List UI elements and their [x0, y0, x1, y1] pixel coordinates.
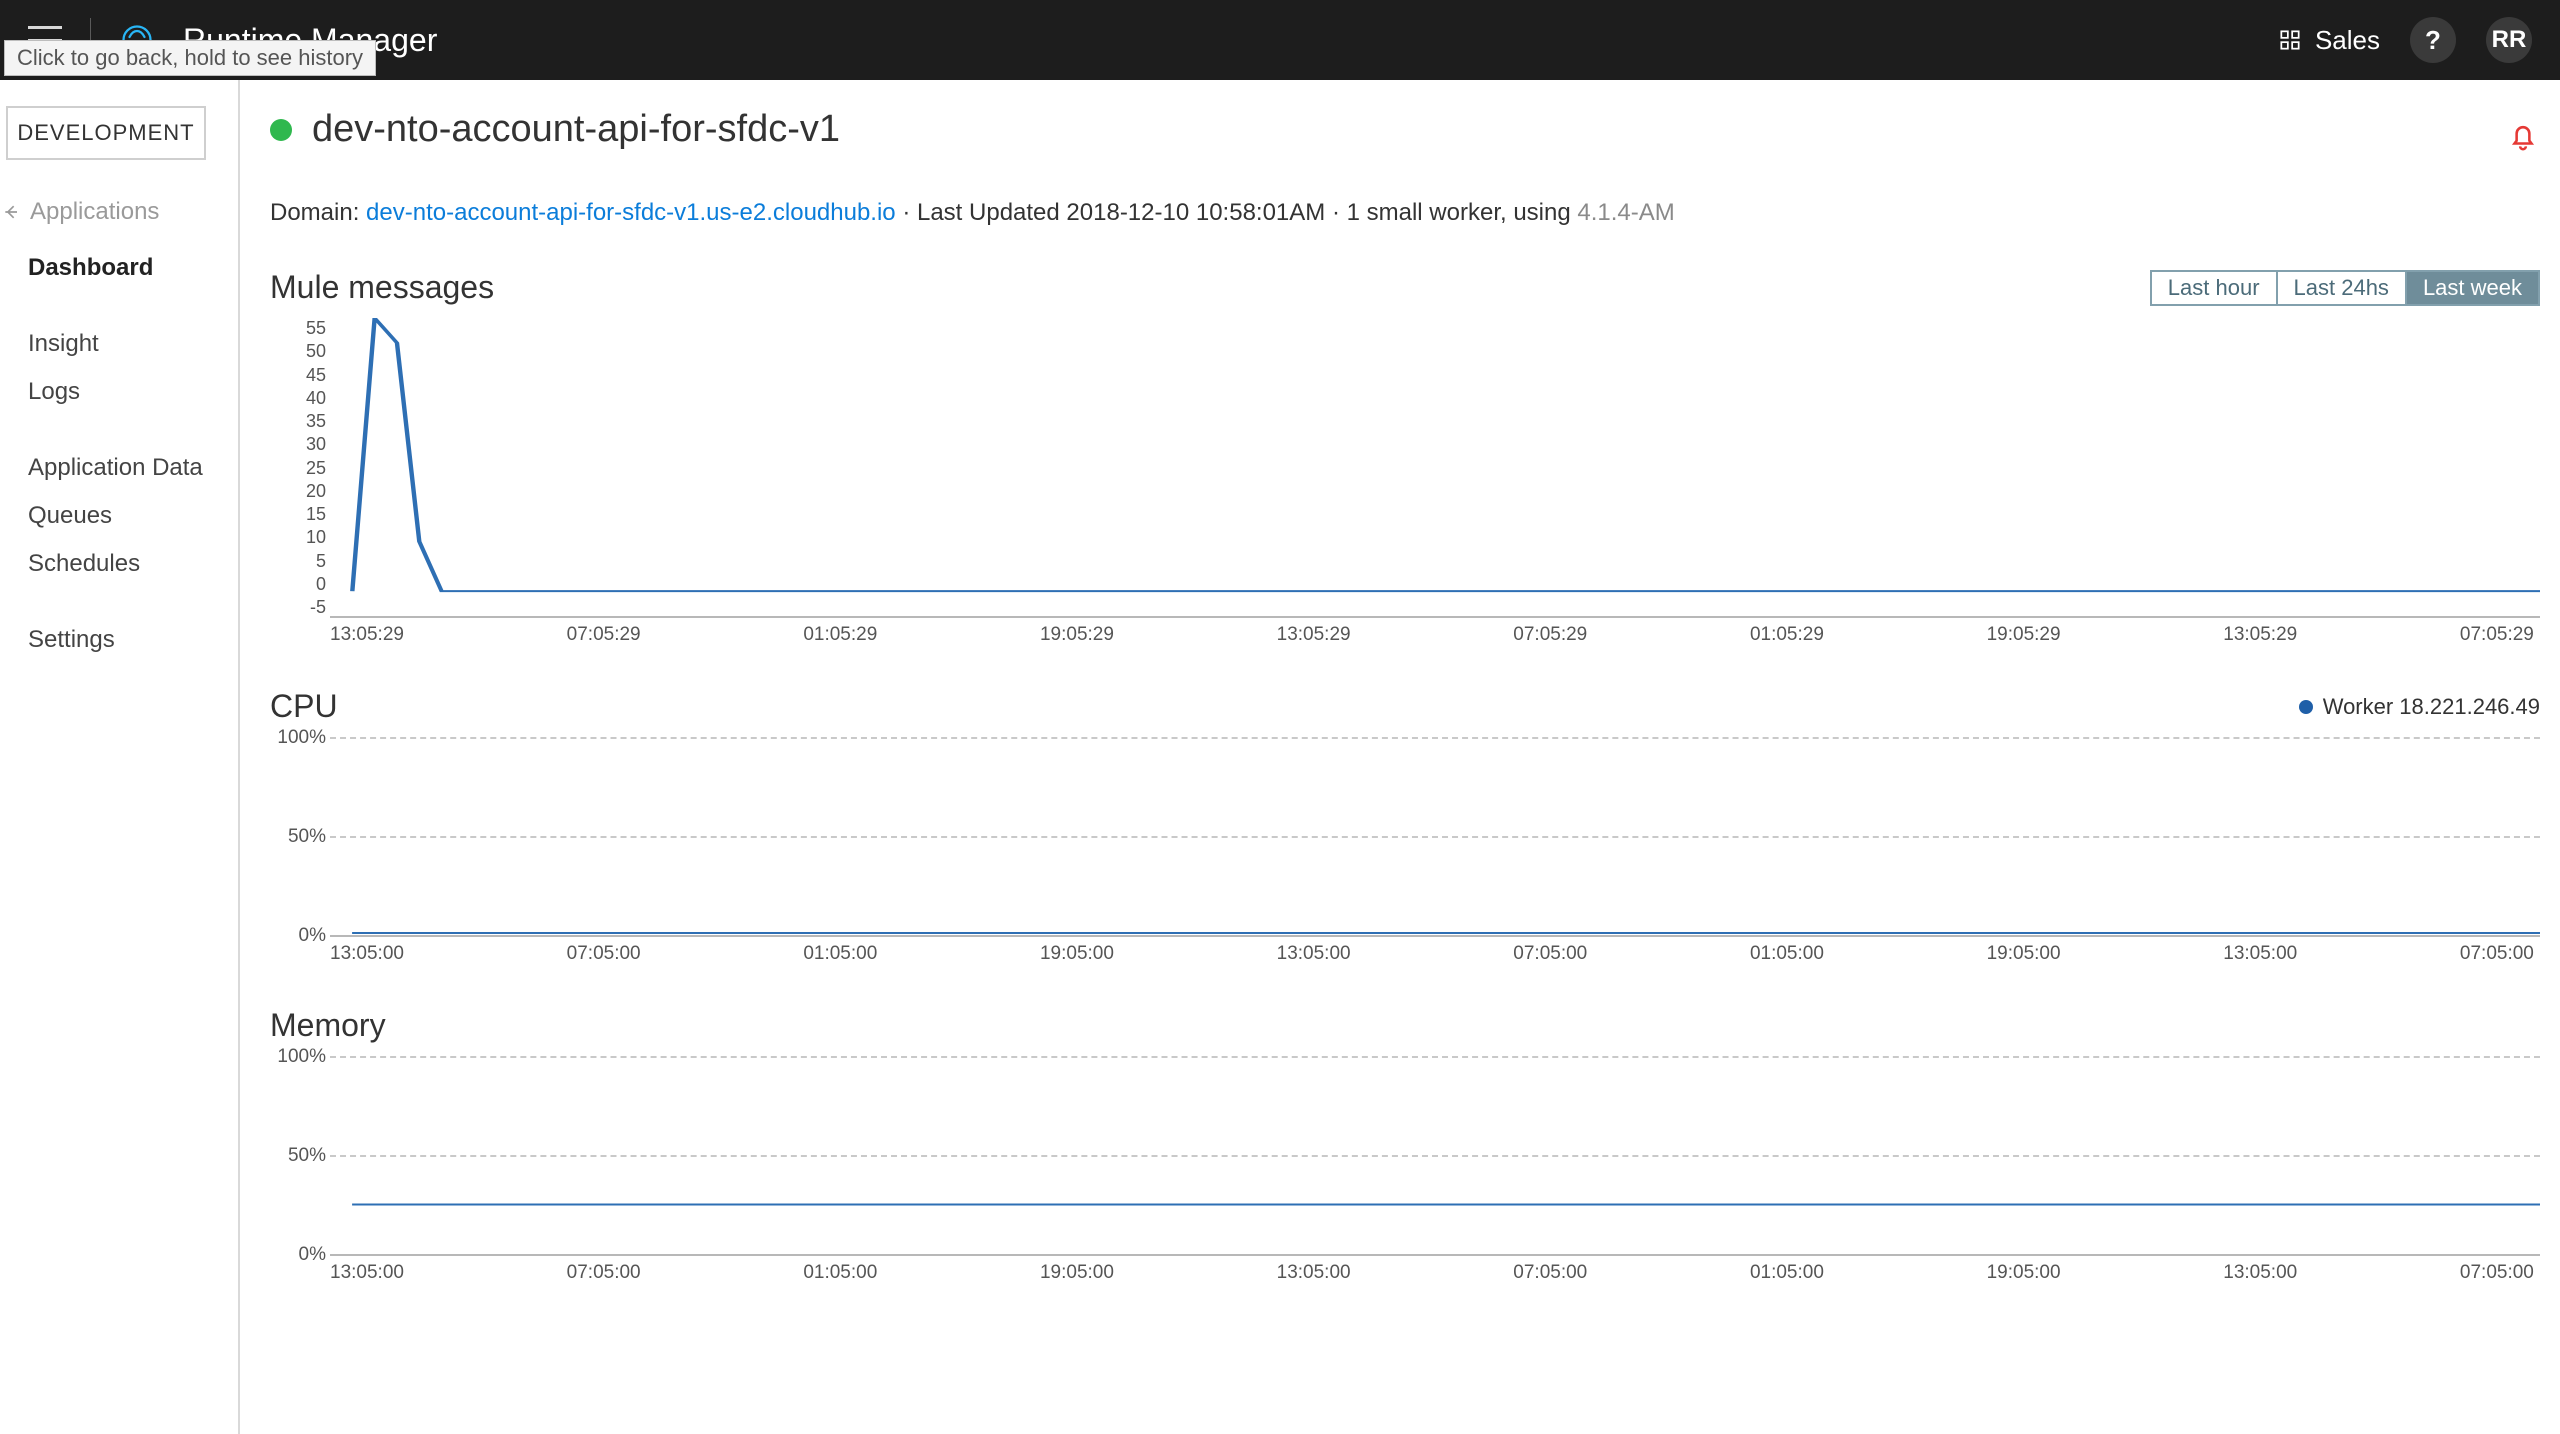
avatar[interactable]: RR: [2486, 17, 2532, 63]
y-axis: 5550454035302520151050-5: [270, 318, 326, 618]
help-icon: ?: [2425, 25, 2441, 56]
worker-info: 1 small worker, using: [1347, 199, 1578, 226]
back-to-applications[interactable]: Applications: [0, 190, 238, 244]
x-axis: 13:05:2907:05:2901:05:2919:05:2913:05:29…: [330, 624, 2540, 646]
plot-area: 100% 50% 0%: [330, 1056, 2540, 1256]
last-updated: Last Updated 2018-12-10 10:58:01AM: [917, 199, 1325, 226]
domain-line: Domain: dev-nto-account-api-for-sfdc-v1.…: [270, 199, 2540, 227]
range-week[interactable]: Last week: [2407, 272, 2538, 304]
range-hour[interactable]: Last hour: [2152, 272, 2278, 304]
sidebar-nav: Dashboard Insight Logs Application Data …: [0, 244, 238, 664]
page-header: dev-nto-account-api-for-sfdc-v1: [270, 108, 2540, 151]
plot-area: [330, 318, 2540, 618]
status-running-icon: [270, 119, 292, 141]
avatar-initials: RR: [2492, 26, 2527, 54]
domain-link[interactable]: dev-nto-account-api-for-sfdc-v1.us-e2.cl…: [366, 199, 896, 226]
time-range-switch: Last hour Last 24hs Last week: [2150, 270, 2540, 306]
chart-title: Mule messages: [270, 269, 494, 306]
nav-settings[interactable]: Settings: [0, 616, 238, 664]
environment-selector[interactable]: DEVELOPMENT: [6, 106, 206, 160]
chart-title: CPU: [270, 688, 338, 725]
nav-schedules[interactable]: Schedules: [0, 540, 238, 588]
nav-dashboard[interactable]: Dashboard: [0, 244, 238, 292]
legend-dot-icon: [2299, 700, 2313, 714]
x-axis: 13:05:0007:05:0001:05:0019:05:0013:05:00…: [330, 943, 2540, 965]
range-day[interactable]: Last 24hs: [2278, 272, 2407, 304]
line-series: [330, 1056, 2540, 1254]
notifications-icon[interactable]: [2506, 118, 2540, 152]
nav-queues[interactable]: Queues: [0, 492, 238, 540]
chart-cpu: CPU Worker 18.221.246.49 100% 50% 0%: [270, 688, 2540, 965]
x-axis: 13:05:0007:05:0001:05:0019:05:0013:05:00…: [330, 1262, 2540, 1284]
back-label: Applications: [30, 198, 159, 226]
plot-area: 100% 50% 0%: [330, 737, 2540, 937]
sidebar: DEVELOPMENT Applications Dashboard Insig…: [0, 80, 240, 1434]
runtime-version: 4.1.4-AM: [1577, 199, 1674, 226]
chart-memory: Memory 100% 50% 0% 13:05:0007:05:0001:05…: [270, 1007, 2540, 1284]
main-content: dev-nto-account-api-for-sfdc-v1 Domain: …: [240, 80, 2560, 1434]
application-name: dev-nto-account-api-for-sfdc-v1: [312, 108, 840, 151]
nav-logs[interactable]: Logs: [0, 368, 238, 416]
line-series: [330, 318, 2540, 616]
back-tooltip: Click to go back, hold to see history: [4, 40, 376, 76]
business-group-label: Sales: [2315, 25, 2380, 56]
legend: Worker 18.221.246.49: [2299, 694, 2540, 720]
help-button[interactable]: ?: [2410, 17, 2456, 63]
top-bar: Runtime Manager Sales ? RR: [0, 0, 2560, 80]
business-group-icon: [2277, 27, 2303, 53]
chart-mule-messages: Mule messages Last hour Last 24hs Last w…: [270, 269, 2540, 646]
business-group-link[interactable]: Sales: [2277, 25, 2380, 56]
nav-application-data[interactable]: Application Data: [0, 444, 238, 492]
line-series: [330, 737, 2540, 935]
domain-label: Domain:: [270, 199, 366, 226]
chart-title: Memory: [270, 1007, 386, 1044]
legend-label: Worker 18.221.246.49: [2323, 694, 2540, 720]
nav-insight[interactable]: Insight: [0, 320, 238, 368]
arrow-left-icon: [2, 202, 22, 222]
top-bar-right: Sales ? RR: [2277, 17, 2532, 63]
